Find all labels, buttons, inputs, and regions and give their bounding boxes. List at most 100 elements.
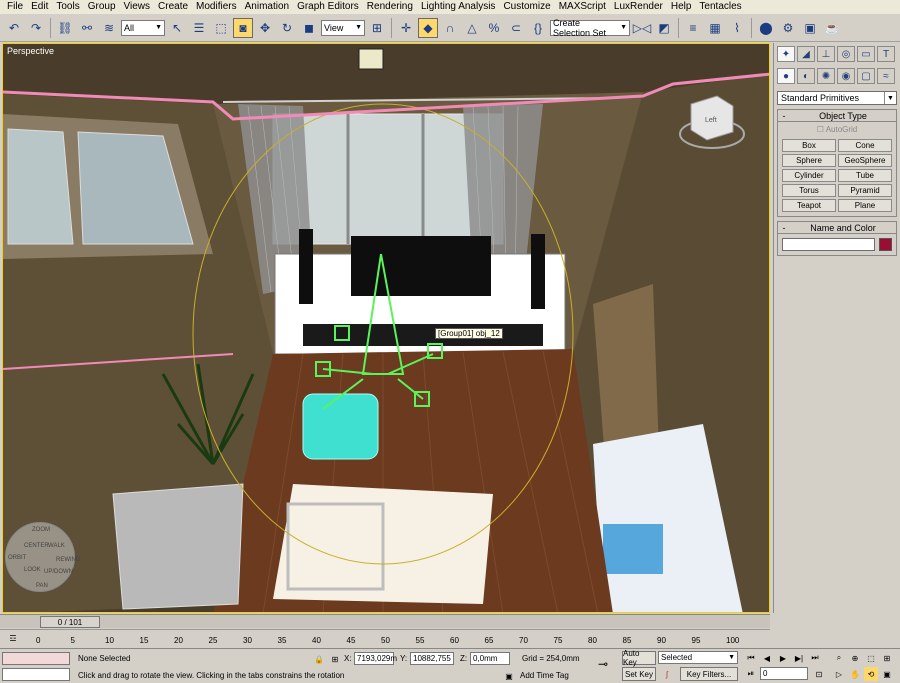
layer-manager-icon[interactable]: ≡: [683, 18, 703, 38]
zoom-extents-all-icon[interactable]: ⊞: [880, 651, 894, 665]
graphite-ribbon-icon[interactable]: ▦: [705, 18, 725, 38]
pyramid-button[interactable]: Pyramid: [838, 184, 892, 197]
menu-help[interactable]: Help: [667, 0, 696, 14]
z-coordinate-field[interactable]: 0,0mm: [470, 652, 510, 665]
utilities-tab-icon[interactable]: T: [877, 46, 895, 62]
mini-curve-editor-icon[interactable]: ☲: [6, 631, 20, 645]
autogrid-checkbox[interactable]: ☐ AutoGrid: [778, 125, 896, 134]
time-slider-thumb[interactable]: 0 / 101: [40, 616, 100, 628]
auto-key-button[interactable]: Auto Key: [622, 649, 656, 667]
field-of-view-icon[interactable]: ▷: [832, 667, 846, 681]
key-mode-toggle-icon[interactable]: ⏯: [744, 667, 758, 681]
snaps-toggle-icon[interactable]: ∩: [440, 18, 460, 38]
undo-icon[interactable]: ↶: [4, 18, 24, 38]
reference-coordinate-dropdown[interactable]: View ▼: [321, 19, 365, 36]
curve-editor-icon[interactable]: ⌇: [727, 18, 747, 38]
zoom-icon[interactable]: ⌕: [832, 651, 846, 665]
teapot-button[interactable]: Teapot: [782, 199, 836, 212]
percent-snap-icon[interactable]: %: [484, 18, 504, 38]
pan-view-icon[interactable]: ✋: [848, 667, 862, 681]
align-icon[interactable]: ◩: [654, 18, 674, 38]
menu-customize[interactable]: Customize: [499, 0, 554, 14]
menu-tools[interactable]: Tools: [52, 0, 83, 14]
selection-filter-dropdown[interactable]: All ▼: [121, 19, 165, 36]
menu-maxscript[interactable]: MAXScript: [555, 0, 610, 14]
display-tab-icon[interactable]: ▭: [857, 46, 875, 62]
viewport-label[interactable]: Perspective: [7, 46, 54, 56]
tube-button[interactable]: Tube: [838, 169, 892, 182]
key-icon[interactable]: ⊸: [596, 657, 610, 671]
time-slider[interactable]: 0 / 101: [0, 614, 770, 628]
pivot-center-icon[interactable]: ⊞: [367, 18, 387, 38]
primitive-type-dropdown[interactable]: Standard Primitives ▼: [777, 91, 897, 105]
link-icon[interactable]: ⛓: [55, 18, 75, 38]
go-to-start-icon[interactable]: ⏮: [744, 651, 758, 665]
menu-file[interactable]: File: [3, 0, 27, 14]
menu-create[interactable]: Create: [154, 0, 192, 14]
key-mode-dropdown[interactable]: Selected ▼: [658, 651, 738, 664]
play-icon[interactable]: ▶: [776, 651, 790, 665]
menu-views[interactable]: Views: [120, 0, 155, 14]
hierarchy-tab-icon[interactable]: ⊥: [817, 46, 835, 62]
object-name-input[interactable]: [782, 238, 875, 251]
maxscript-listener-field[interactable]: [2, 652, 70, 665]
menu-group[interactable]: Group: [84, 0, 120, 14]
geometry-icon[interactable]: ●: [777, 68, 795, 84]
set-key-button[interactable]: Set Key: [622, 667, 656, 681]
select-scale-icon[interactable]: ◼: [299, 18, 319, 38]
motion-tab-icon[interactable]: ◎: [837, 46, 855, 62]
previous-frame-icon[interactable]: ◀: [760, 651, 774, 665]
select-rotate-icon[interactable]: ↻: [277, 18, 297, 38]
render-setup-icon[interactable]: ⚙: [778, 18, 798, 38]
edit-named-selection-icon[interactable]: {}: [528, 18, 548, 38]
menu-tentacles[interactable]: Tentacles: [695, 0, 745, 14]
torus-button[interactable]: Torus: [782, 184, 836, 197]
named-selection-dropdown[interactable]: Create Selection Set ▼: [550, 18, 630, 38]
menu-lighting-analysis[interactable]: Lighting Analysis: [417, 0, 500, 14]
geosphere-button[interactable]: GeoSphere: [838, 154, 892, 167]
menu-graph-editors[interactable]: Graph Editors: [293, 0, 363, 14]
unlink-icon[interactable]: ⚯: [77, 18, 97, 38]
bind-space-warp-icon[interactable]: ≋: [99, 18, 119, 38]
mirror-icon[interactable]: ▷◁: [632, 18, 652, 38]
render-production-icon[interactable]: ☕: [822, 18, 842, 38]
space-warps-icon[interactable]: ≈: [877, 68, 895, 84]
sphere-button[interactable]: Sphere: [782, 154, 836, 167]
window-crossing-icon[interactable]: ◙: [233, 17, 253, 38]
time-config-icon[interactable]: ⊡: [812, 667, 826, 681]
angle-snap-icon[interactable]: △: [462, 18, 482, 38]
helpers-icon[interactable]: ▢: [857, 68, 875, 84]
select-by-name-icon[interactable]: ☰: [189, 18, 209, 38]
track-bar[interactable]: ☲ 0 5 10 15 20 25 30 35 40 45 50 55 60 65 70 75 80 85 90 95…: [0, 629, 770, 646]
menu-modifiers[interactable]: Modifiers: [192, 0, 241, 14]
perspective-viewport[interactable]: Perspective [Group01] obj_12 Left ZOOM O…: [2, 43, 770, 613]
select-move-icon[interactable]: ✥: [255, 18, 275, 38]
key-tangent-icon[interactable]: ∫: [660, 667, 674, 681]
next-frame-icon[interactable]: ▶|: [792, 651, 806, 665]
object-color-swatch[interactable]: [879, 238, 892, 251]
redo-icon[interactable]: ↷: [26, 18, 46, 38]
modify-tab-icon[interactable]: ◢: [797, 46, 815, 62]
lights-icon[interactable]: ✺: [817, 68, 835, 84]
spinner-snap-icon[interactable]: ⊂: [506, 18, 526, 38]
y-coordinate-field[interactable]: 10882,755: [410, 652, 454, 665]
cone-button[interactable]: Cone: [838, 139, 892, 152]
go-to-end-icon[interactable]: ⏭: [808, 651, 822, 665]
select-object-icon[interactable]: ↖: [167, 18, 187, 38]
orbit-icon[interactable]: ⟲: [864, 667, 878, 681]
viewcube[interactable]: Left: [677, 84, 747, 154]
create-tab-icon[interactable]: ✦: [777, 46, 795, 62]
key-filters-button[interactable]: Key Filters...: [680, 667, 738, 681]
rendered-frame-window-icon[interactable]: ▣: [800, 18, 820, 38]
keyboard-shortcut-override-icon[interactable]: ◆: [418, 17, 438, 38]
cameras-icon[interactable]: ◉: [837, 68, 855, 84]
box-button[interactable]: Box: [782, 139, 836, 152]
material-editor-icon[interactable]: ⬤: [756, 18, 776, 38]
rectangular-selection-icon[interactable]: ⬚: [211, 18, 231, 38]
steering-wheel[interactable]: ZOOM ORBIT CENTER WALK REWIND PAN LOOK U…: [5, 522, 80, 592]
object-type-header[interactable]: - Object Type: [778, 110, 896, 122]
menu-luxrender[interactable]: LuxRender: [610, 0, 667, 14]
cylinder-button[interactable]: Cylinder: [782, 169, 836, 182]
maxscript-mini-listener[interactable]: [2, 668, 70, 681]
shapes-icon[interactable]: ◐: [797, 68, 815, 84]
